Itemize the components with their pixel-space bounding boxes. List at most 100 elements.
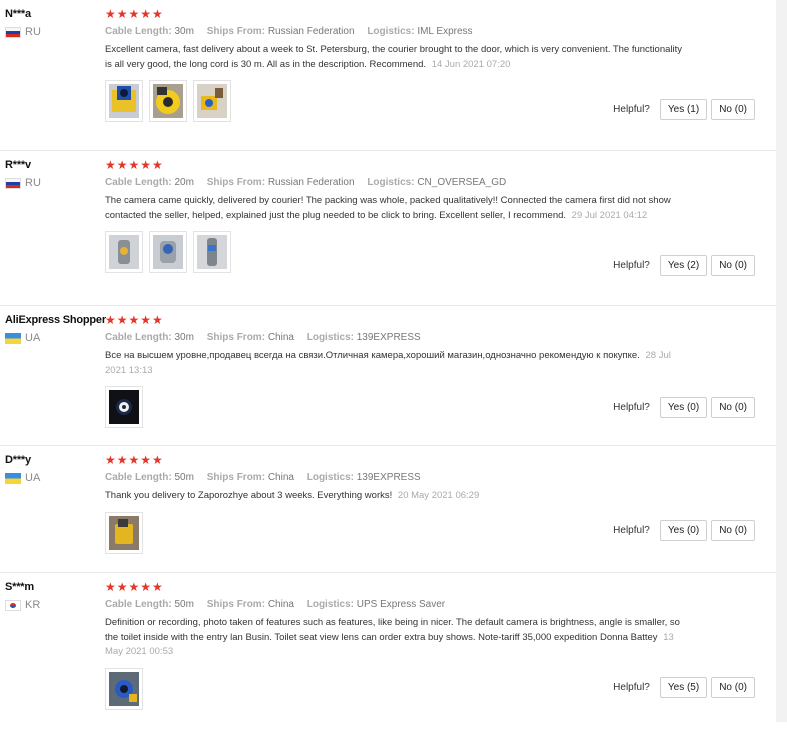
ships-from-label: Ships From: — [206, 332, 266, 343]
ships-from-value: Russian Federation — [267, 26, 355, 37]
star-rating: ★★★★★ — [105, 158, 164, 172]
helpful-label: Helpful? — [613, 682, 650, 693]
review-text-block: Thank you delivery to Zaporozhye about 3… — [105, 489, 683, 504]
flag-ua-icon — [5, 332, 21, 344]
ships-from-value: China — [267, 599, 294, 610]
review-text-block: Excellent camera, fast delivery about a … — [105, 43, 683, 72]
cable-length-value: 30m — [174, 332, 194, 343]
country-code: RU — [25, 177, 41, 189]
photo-camera-box-image — [109, 84, 139, 118]
logistics-value: UPS Express Saver — [356, 599, 446, 610]
review-photo-thumbnail[interactable] — [149, 80, 187, 122]
review-item: N***a RU ★★★★★ Cable Length: 30m Ships F… — [0, 0, 776, 151]
cable-length-value: 50m — [174, 472, 194, 483]
reviewer-name: S***m — [5, 581, 34, 593]
helpful-no-button[interactable]: No (0) — [711, 255, 755, 276]
vertical-scrollbar[interactable] — [776, 0, 787, 722]
review-photo-thumbnail[interactable] — [193, 80, 231, 122]
reviewer-info: AliExpress Shopper UA — [5, 314, 106, 344]
reviewer-name: AliExpress Shopper — [5, 314, 106, 326]
helpful-controls: Helpful? Yes (1) No (0) — [613, 99, 755, 120]
helpful-yes-button[interactable]: Yes (5) — [659, 677, 708, 698]
photo-camera-side-image — [197, 235, 227, 269]
reviewer-country: UA — [5, 332, 103, 344]
star-rating: ★★★★★ — [105, 453, 164, 467]
helpful-label: Helpful? — [613, 402, 650, 413]
cable-length-value: 20m — [174, 177, 194, 188]
logistics-value: 139EXPRESS — [356, 472, 421, 483]
photo-camera-night-image — [109, 390, 139, 424]
flag-ua-icon — [5, 472, 21, 484]
cable-length-label: Cable Length: — [105, 472, 172, 483]
ships-from-label: Ships From: — [206, 472, 266, 483]
star-rating: ★★★★★ — [105, 580, 164, 594]
helpful-no-button[interactable]: No (0) — [711, 677, 755, 698]
reviewer-name: R***v — [5, 159, 31, 171]
reviewer-country: RU — [5, 26, 103, 38]
review-item: AliExpress Shopper UA ★★★★★ Cable Length… — [0, 306, 776, 446]
review-item: D***y UA ★★★★★ Cable Length: 50m Ships F… — [0, 446, 776, 573]
photo-camera-reel-image — [153, 84, 183, 118]
country-code: RU — [25, 26, 41, 38]
star-rating: ★★★★★ — [105, 313, 164, 327]
ships-from-label: Ships From: — [206, 26, 266, 37]
logistics-label: Logistics: — [306, 332, 354, 343]
photo-camera-hand-image — [109, 515, 139, 550]
helpful-label: Helpful? — [613, 525, 650, 536]
flag-kr-icon — [5, 599, 21, 611]
review-photo-thumbnail[interactable] — [105, 511, 143, 554]
review-text: Thank you delivery to Zaporozhye about 3… — [105, 490, 393, 501]
ships-from-label: Ships From: — [206, 177, 266, 188]
helpful-yes-button[interactable]: Yes (0) — [659, 520, 708, 541]
helpful-controls: Helpful? Yes (0) No (0) — [613, 520, 755, 541]
review-date: 29 Jul 2021 04:12 — [571, 209, 648, 221]
reviewer-name: D***y — [5, 454, 31, 466]
reviewer-name: N***a — [5, 8, 31, 20]
review-photo-thumbnail[interactable] — [105, 231, 143, 273]
helpful-label: Helpful? — [613, 104, 650, 115]
cable-length-label: Cable Length: — [105, 26, 172, 37]
helpful-controls: Helpful? Yes (5) No (0) — [613, 677, 755, 698]
review-text-block: Все на высшем уровне,продавец всегда на … — [105, 349, 683, 378]
photo-camera-closeup-image — [109, 671, 139, 706]
review-text: Excellent camera, fast delivery about a … — [105, 44, 682, 70]
review-photo-thumbnail[interactable] — [105, 667, 143, 710]
review-photo-thumbnail[interactable] — [105, 386, 143, 428]
review-meta: Cable Length: 20m Ships From: Russian Fe… — [105, 177, 760, 188]
cable-length-value: 30m — [174, 26, 194, 37]
ships-from-value: China — [267, 472, 294, 483]
helpful-label: Helpful? — [613, 260, 650, 271]
review-item: S***m KR ★★★★★ Cable Length: 50m Ships F… — [0, 573, 776, 733]
logistics-value: 139EXPRESS — [356, 332, 421, 343]
cable-length-label: Cable Length: — [105, 332, 172, 343]
flag-ru-icon — [5, 26, 21, 38]
helpful-yes-button[interactable]: Yes (2) — [659, 255, 708, 276]
helpful-yes-button[interactable]: Yes (1) — [659, 99, 708, 120]
helpful-no-button[interactable]: No (0) — [711, 397, 755, 418]
helpful-no-button[interactable]: No (0) — [711, 99, 755, 120]
logistics-label: Logistics: — [367, 177, 415, 188]
review-text-block: Definition or recording, photo taken of … — [105, 616, 683, 660]
country-code: KR — [25, 599, 41, 611]
cable-length-label: Cable Length: — [105, 599, 172, 610]
helpful-yes-button[interactable]: Yes (0) — [659, 397, 708, 418]
photo-camera-parts-image — [197, 84, 227, 118]
star-rating: ★★★★★ — [105, 7, 164, 21]
reviewer-info: S***m KR — [5, 581, 103, 611]
review-photo-thumbnail[interactable] — [193, 231, 231, 273]
helpful-no-button[interactable]: No (0) — [711, 520, 755, 541]
helpful-controls: Helpful? Yes (0) No (0) — [613, 397, 755, 418]
ships-from-value: Russian Federation — [267, 177, 355, 188]
cable-length-value: 50m — [174, 599, 194, 610]
review-meta: Cable Length: 30m Ships From: Russian Fe… — [105, 26, 760, 37]
review-photo-thumbnail[interactable] — [149, 231, 187, 273]
helpful-controls: Helpful? Yes (2) No (0) — [613, 255, 755, 276]
cable-length-label: Cable Length: — [105, 177, 172, 188]
review-item: R***v RU ★★★★★ Cable Length: 20m Ships F… — [0, 151, 776, 306]
logistics-value: CN_OVERSEA_GD — [417, 177, 507, 188]
review-photo-thumbnail[interactable] — [105, 80, 143, 122]
reviewer-info: N***a RU — [5, 8, 103, 38]
reviewer-country: UA — [5, 472, 103, 484]
flag-ru-icon — [5, 177, 21, 189]
photo-camera-head-image — [109, 235, 139, 269]
